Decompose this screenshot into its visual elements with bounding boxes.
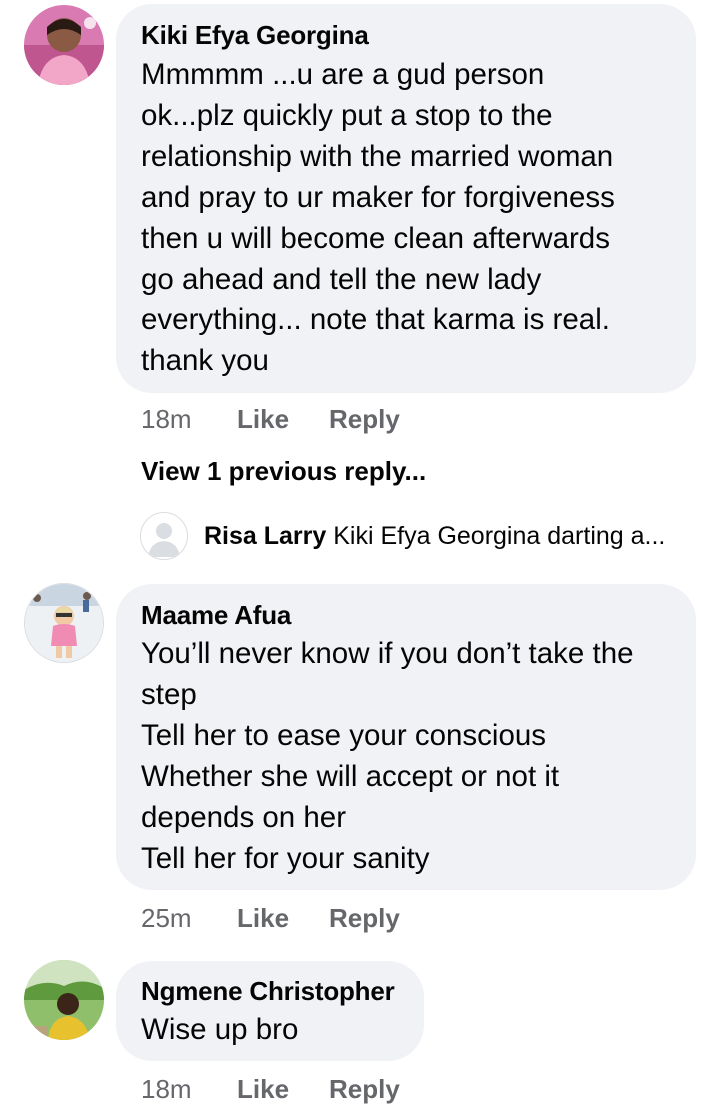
like-button[interactable]: Like: [237, 903, 289, 934]
reply-avatar[interactable]: [140, 512, 188, 560]
comment-timestamp[interactable]: 18m: [141, 404, 192, 435]
comment-author[interactable]: Ngmene Christopher: [141, 976, 395, 1007]
reply-button[interactable]: Reply: [329, 1074, 400, 1105]
comment-author[interactable]: Kiki Efya Georgina: [141, 20, 369, 51]
profile-photo-icon: [25, 584, 103, 662]
reply-author[interactable]: Risa Larry: [204, 522, 326, 550]
default-profile-icon: [141, 513, 187, 559]
avatar[interactable]: [24, 583, 104, 663]
comment-text: Wise up bro: [141, 1013, 299, 1046]
comment-timestamp[interactable]: 18m: [141, 1074, 192, 1105]
profile-photo-icon: [24, 960, 104, 1040]
avatar[interactable]: [24, 960, 104, 1040]
like-button[interactable]: Like: [237, 404, 289, 435]
reply-button[interactable]: Reply: [329, 404, 400, 435]
comment-timestamp[interactable]: 25m: [141, 903, 192, 934]
profile-photo-icon: [24, 5, 104, 85]
reply-snippet: Kiki Efya Georgina darting a...: [333, 522, 666, 550]
comment-author[interactable]: Maame Afua: [141, 600, 291, 631]
view-previous-replies-link[interactable]: View 1 previous reply...: [141, 456, 426, 487]
comment-text: You’ll never know if you don’t take the …: [141, 637, 634, 875]
comment-text: Mmmmm ...u are a gud person ok...plz qui…: [141, 58, 615, 378]
avatar[interactable]: [24, 5, 104, 85]
reply-preview[interactable]: Risa Larry Kiki Efya Georgina darting a.…: [204, 522, 665, 551]
reply-button[interactable]: Reply: [329, 903, 400, 934]
like-button[interactable]: Like: [237, 1074, 289, 1105]
